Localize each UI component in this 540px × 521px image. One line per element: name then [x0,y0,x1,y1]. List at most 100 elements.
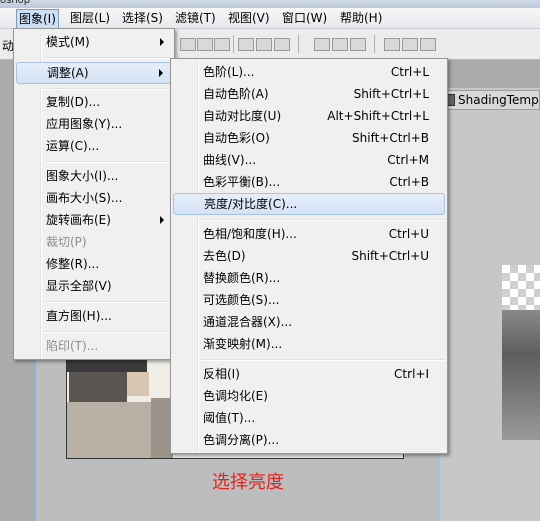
menu-item-label: 显示全部(V) [46,279,112,293]
distribute-middle-icon[interactable] [332,38,348,51]
menu-select[interactable]: 选择(S) [120,8,165,28]
align-right-icon[interactable] [274,38,290,51]
menu-item-label: 通道混合器(X)... [203,315,293,329]
menu-item-rotate-canvas[interactable]: 旋转画布(E) [16,209,172,231]
menu-view[interactable]: 视图(V) [226,8,272,28]
menu-help[interactable]: 帮助(H) [338,8,384,28]
menu-item-label: 自动色阶(A) [203,87,269,101]
menu-separator [201,219,445,221]
menu-item-adjust[interactable]: 调整(A) [16,62,172,84]
menu-item-label: 调整(A) [47,66,89,80]
align-center-icon[interactable] [256,38,272,51]
menu-item-color-balance[interactable]: 色彩平衡(B)... Ctrl+B [173,171,445,193]
menu-window[interactable]: 窗口(W) [280,8,329,28]
menu-separator [44,331,172,333]
menu-item-hue-saturation[interactable]: 色相/饱和度(H)... Ctrl+U [173,223,445,245]
menu-item-label: 可选颜色(S)... [203,293,280,307]
menu-bar: 图象(I) 图层(L) 选择(S) 滤镜(T) 视图(V) 窗口(W) 帮助(H… [0,8,540,29]
menu-item-label: 自动对比度(U) [203,109,282,123]
instruction-caption: 选择亮度 [212,472,284,493]
align-top-icon[interactable] [180,38,196,51]
title-text: oshop [0,0,31,6]
menu-item-label: 直方图(H)... [46,309,112,323]
menu-item-label: 模式(M) [46,35,90,49]
menu-item-channel-mixer[interactable]: 通道混合器(X)... [173,311,445,333]
menu-item-shortcut: Shift+Ctrl+B [352,131,429,145]
submenu-arrow-icon [160,216,164,224]
menu-item-label: 阈值(T)... [203,411,256,425]
toolbar-separator [298,35,299,53]
menu-item-image-size[interactable]: 图象大小(I)... [16,165,172,187]
menu-item-label: 亮度/对比度(C)... [204,197,298,211]
distribute-bottom-icon[interactable] [350,38,366,51]
distribute-top-icon[interactable] [314,38,330,51]
menu-item-label: 反相(I) [203,367,240,381]
menu-item-brightness-contrast[interactable]: 亮度/对比度(C)... [173,193,445,215]
menu-item-auto-levels[interactable]: 自动色阶(A) Shift+Ctrl+L [173,83,445,105]
menu-item-label: 色阶(L)... [203,65,255,79]
submenu-arrow-icon [159,69,163,77]
menu-item-shortcut: Shift+Ctrl+U [351,249,429,263]
align-middle-icon[interactable] [197,38,213,51]
distribute-left-icon[interactable] [384,38,400,51]
menu-item-threshold[interactable]: 阈值(T)... [173,407,445,429]
menu-item-shortcut: Ctrl+M [387,153,429,167]
image-block [127,372,149,396]
menu-item-histogram[interactable]: 直方图(H)... [16,305,172,327]
grayscale-preview [502,310,540,440]
menu-item-label: 曲线(V)... [203,153,257,167]
menu-item-label: 色调均化(E) [203,389,268,403]
menu-item-label: 运算(C)... [46,139,100,153]
menu-filter[interactable]: 滤镜(T) [173,8,218,28]
menu-item-gradient-map[interactable]: 渐变映射(M)... [173,333,445,355]
menu-item-label: 自动色彩(O) [203,131,270,145]
menu-item-label: 复制(D)... [46,95,101,109]
menu-item-label: 色相/饱和度(H)... [203,227,297,241]
document-tab[interactable]: ShadingTempl [440,90,540,110]
menu-item-auto-contrast[interactable]: 自动对比度(U) Alt+Shift+Ctrl+L [173,105,445,127]
menu-item-label: 旋转画布(E) [46,213,111,227]
menu-item-desaturate[interactable]: 去色(D) Shift+Ctrl+U [173,245,445,267]
menu-item-invert[interactable]: 反相(I) Ctrl+I [173,363,445,385]
menu-item-shortcut: Ctrl+I [394,367,429,381]
distribute-center-icon[interactable] [402,38,418,51]
menu-item-levels[interactable]: 色阶(L)... Ctrl+L [173,61,445,83]
menu-item-label: 修整(R)... [46,257,100,271]
menu-item-shortcut: Shift+Ctrl+L [353,87,429,101]
menu-item-label: 去色(D) [203,249,246,263]
menu-item-equalize[interactable]: 色调均化(E) [173,385,445,407]
menu-item-posterize[interactable]: 色调分离(P)... [173,429,445,451]
menu-item-calculations[interactable]: 运算(C)... [16,135,172,157]
menu-layer[interactable]: 图层(L) [68,8,112,28]
menu-image[interactable]: 图象(I) [16,9,59,29]
menu-item-selective-color[interactable]: 可选颜色(S)... [173,289,445,311]
menu-item-reveal-all[interactable]: 显示全部(V) [16,275,172,297]
image-block [67,402,157,458]
image-menu: 模式(M) 调整(A) 复制(D)... 应用图象(Y)... 运算(C)...… [13,28,175,360]
menu-item-auto-color[interactable]: 自动色彩(O) Shift+Ctrl+B [173,127,445,149]
adjust-submenu: 色阶(L)... Ctrl+L 自动色阶(A) Shift+Ctrl+L 自动对比度… [170,58,448,454]
menu-item-replace-color[interactable]: 替换颜色(R)... [173,267,445,289]
menu-item-trim[interactable]: 修整(R)... [16,253,172,275]
menu-item-label: 色调分离(P)... [203,433,280,447]
menu-item-label: 色彩平衡(B)... [203,175,281,189]
menu-item-label: 裁切(P) [46,235,87,249]
menu-item-label: 替换颜色(R)... [203,271,281,285]
image-block [69,372,127,402]
document-tab-label: ShadingTempl [458,93,540,107]
menu-item-shortcut: Ctrl+L [390,65,429,79]
menu-item-label: 图象大小(I)... [46,169,119,183]
toolbar-separator [233,35,234,53]
align-bottom-icon[interactable] [214,38,230,51]
menu-separator [201,359,445,361]
menu-item-duplicate[interactable]: 复制(D)... [16,91,172,113]
image-block [67,358,147,372]
distribute-right-icon[interactable] [420,38,436,51]
menu-item-shortcut: Ctrl+U [388,227,429,241]
menu-item-apply-image[interactable]: 应用图象(Y)... [16,113,172,135]
align-left-icon[interactable] [238,38,254,51]
menu-item-mode[interactable]: 模式(M) [16,31,172,53]
menu-item-canvas-size[interactable]: 画布大小(S)... [16,187,172,209]
menu-item-curves[interactable]: 曲线(V)... Ctrl+M [173,149,445,171]
menu-item-shortcut: Alt+Shift+Ctrl+L [327,109,429,123]
